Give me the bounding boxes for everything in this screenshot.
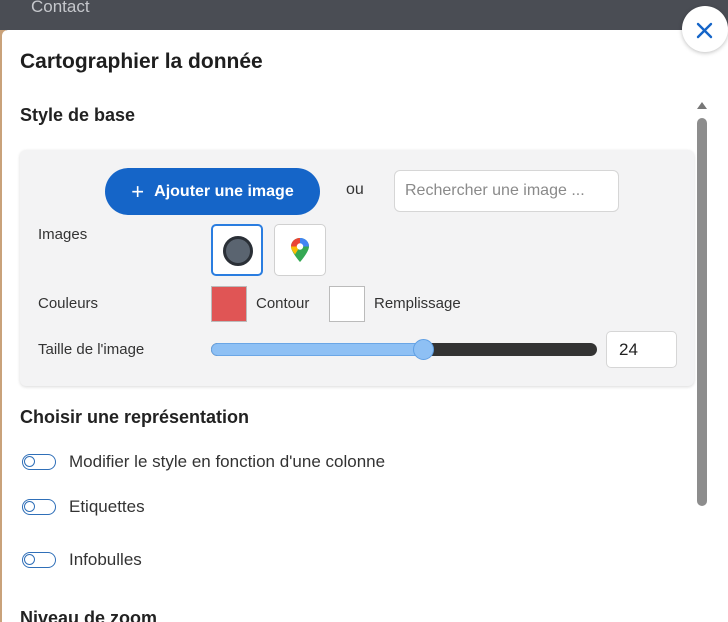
toggle-knob: [24, 501, 35, 512]
image-size-slider[interactable]: [211, 339, 597, 360]
background-nav-contact[interactable]: Contact: [31, 0, 90, 17]
dialog-title: Cartographier la donnée: [20, 50, 263, 73]
labels-label: Etiquettes: [69, 497, 145, 516]
base-style-panel: + Ajouter une image ou Images Couleurs C…: [20, 150, 694, 386]
add-image-button[interactable]: + Ajouter une image: [105, 168, 320, 215]
image-search-input[interactable]: [394, 170, 619, 212]
image-size-input[interactable]: [606, 331, 677, 368]
image-option-circle[interactable]: [211, 224, 263, 276]
map-data-dialog: Cartographier la donnée Style de base + …: [2, 30, 728, 622]
circle-marker-icon: [223, 236, 253, 266]
colors-label: Couleurs: [38, 295, 99, 312]
representation-title: Choisir une représentation: [20, 407, 250, 427]
stroke-label: Contour: [256, 295, 310, 312]
fill-color-swatch[interactable]: [329, 286, 365, 322]
stroke-color-swatch[interactable]: [211, 286, 247, 322]
images-label: Images: [38, 226, 88, 243]
column-style-toggle[interactable]: [22, 454, 56, 470]
dialog-scrollbar[interactable]: [696, 102, 708, 622]
fill-label: Remplissage: [374, 295, 461, 312]
map-pin-icon: [291, 238, 309, 262]
base-style-title: Style de base: [20, 105, 136, 125]
toggle-knob: [24, 554, 35, 565]
scroll-up-icon[interactable]: [697, 102, 707, 109]
plus-icon: +: [131, 178, 145, 204]
tooltips-label: Infobulles: [69, 550, 142, 569]
image-size-label: Taille de l'image: [38, 341, 145, 358]
zoom-level-title: Niveau de zoom: [20, 608, 158, 622]
column-style-label: Modifier le style en fonction d'une colo…: [69, 452, 386, 471]
image-option-pin[interactable]: [274, 224, 326, 276]
tooltips-toggle[interactable]: [22, 552, 56, 568]
or-label: ou: [346, 181, 364, 198]
labels-toggle[interactable]: [22, 499, 56, 515]
add-image-label: Ajouter une image: [154, 182, 294, 200]
close-button[interactable]: [682, 6, 728, 52]
scroll-thumb[interactable]: [697, 118, 707, 506]
close-icon: [696, 22, 713, 39]
slider-fill: [211, 343, 423, 356]
slider-thumb[interactable]: [413, 339, 434, 360]
toggle-knob: [24, 456, 35, 467]
